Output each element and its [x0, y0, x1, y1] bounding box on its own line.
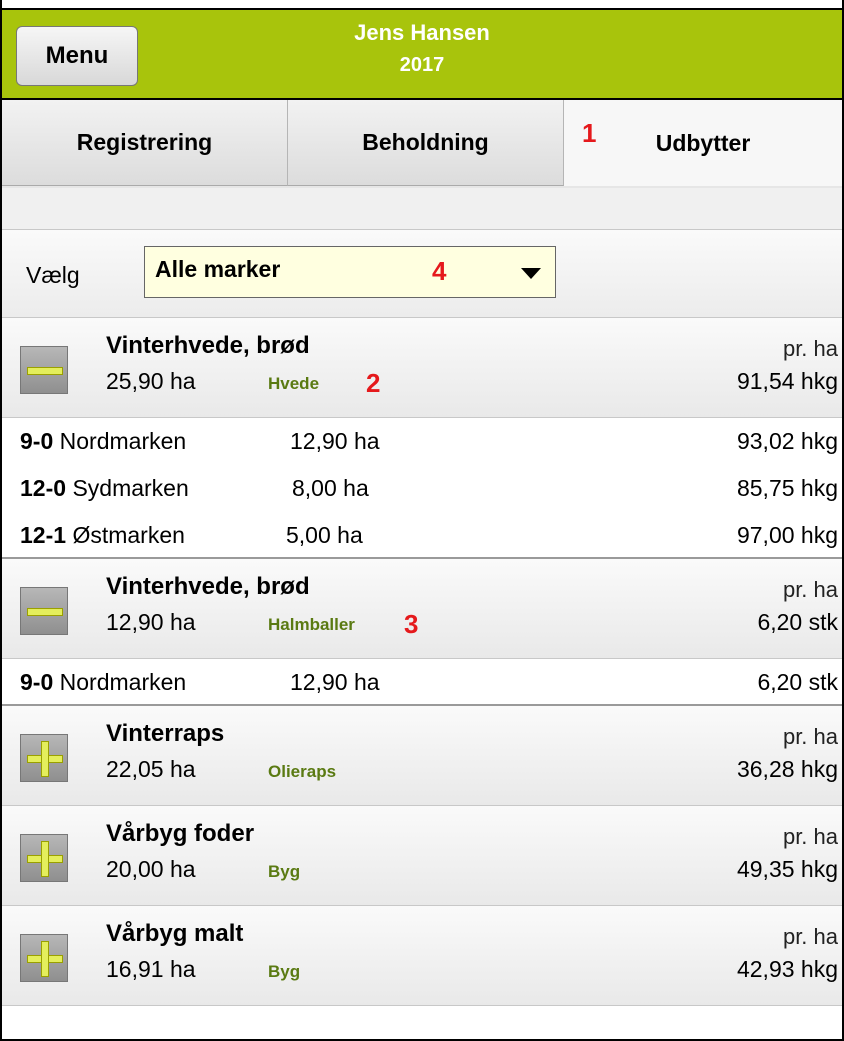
crop-yield: 49,35 hkg	[736, 856, 838, 882]
user-name: Jens Hansen	[354, 20, 490, 45]
per-unit-label: pr. ha	[782, 336, 838, 361]
field-name: Nordmarken	[59, 428, 187, 454]
field-label: 12-1 Østmarken	[20, 522, 185, 549]
crop-type: Halmballer	[268, 615, 355, 634]
field-area: 12,90 ha	[290, 669, 380, 695]
crop-area: 20,00 ha	[106, 856, 196, 882]
crop-name: Vinterhvede, brød	[106, 332, 310, 359]
collapse-icon[interactable]	[20, 346, 68, 394]
expand-icon[interactable]	[20, 934, 68, 982]
tab-udbytter[interactable]: Udbytter	[564, 100, 842, 186]
section-spacer	[2, 188, 842, 230]
crop-yield: 6,20 stk	[757, 609, 838, 635]
field-row[interactable]: 9-0 Nordmarken 12,90 ha 6,20 stk	[2, 659, 842, 706]
crop-group[interactable]: Vinterraps 22,05 ha Olieraps pr. ha 36,2…	[2, 706, 842, 806]
per-unit-label: pr. ha	[782, 924, 838, 949]
annotation-marker-4: 4	[432, 256, 447, 286]
crop-name: Vårbyg foder	[106, 820, 255, 847]
field-yield: 97,00 hkg	[736, 522, 838, 548]
crop-group[interactable]: Vinterhvede, brød 12,90 ha Halmballer 3 …	[2, 559, 842, 659]
field-name: Sydmarken	[72, 475, 189, 501]
field-label: 12-0 Sydmarken	[20, 475, 189, 502]
chevron-down-icon	[521, 268, 541, 279]
crop-type: Hvede	[268, 374, 320, 393]
crop-type: Olieraps	[268, 762, 337, 781]
field-label: 9-0 Nordmarken	[20, 669, 186, 696]
field-select-value: Alle marker	[155, 256, 281, 282]
per-unit-label: pr. ha	[782, 724, 838, 749]
crop-group[interactable]: Vinterhvede, brød 25,90 ha Hvede 2 pr. h…	[2, 318, 842, 418]
field-code: 9-0	[20, 428, 54, 454]
annotation-marker-3: 3	[404, 609, 419, 639]
expand-icon[interactable]	[20, 834, 68, 882]
per-unit-label: pr. ha	[782, 824, 838, 849]
crop-type: Byg	[268, 862, 301, 881]
crop-yield: 42,93 hkg	[736, 956, 838, 982]
app-frame: Menu Jens Hansen 2017 Registrering Behol…	[0, 0, 844, 1041]
field-label: 9-0 Nordmarken	[20, 428, 186, 455]
annotation-marker-1: 1	[582, 118, 597, 148]
crop-area: 12,90 ha	[106, 609, 196, 635]
collapse-icon[interactable]	[20, 587, 68, 635]
field-yield: 93,02 hkg	[736, 428, 838, 454]
app-header: Menu Jens Hansen 2017	[2, 8, 842, 100]
field-code: 12-1	[20, 522, 67, 548]
season-year: 2017	[399, 54, 445, 76]
crop-area: 25,90 ha	[106, 368, 196, 394]
crop-group[interactable]: Vårbyg malt 16,91 ha Byg pr. ha 42,93 hk…	[2, 906, 842, 1006]
crop-name: Vinterraps	[106, 720, 225, 747]
filter-row: Vælg Alle marker 4	[2, 230, 842, 318]
field-yield: 85,75 hkg	[736, 475, 838, 501]
field-name: Nordmarken	[59, 669, 187, 695]
field-area: 12,90 ha	[290, 428, 380, 454]
crop-name: Vinterhvede, brød	[106, 573, 310, 600]
field-row[interactable]: 9-0 Nordmarken 12,90 ha 93,02 hkg	[2, 418, 842, 465]
crop-name: Vårbyg malt	[106, 920, 244, 947]
yield-list: Vinterhvede, brød 25,90 ha Hvede 2 pr. h…	[2, 318, 842, 1006]
crop-yield: 36,28 hkg	[736, 756, 838, 782]
field-code: 9-0	[20, 669, 54, 695]
field-area: 8,00 ha	[292, 475, 369, 501]
crop-type: Byg	[268, 962, 301, 981]
field-area: 5,00 ha	[286, 522, 363, 548]
crop-group[interactable]: Vårbyg foder 20,00 ha Byg pr. ha 49,35 h…	[2, 806, 842, 906]
tab-beholdning[interactable]: Beholdning	[288, 100, 564, 186]
crop-area: 16,91 ha	[106, 956, 196, 982]
field-select[interactable]: Alle marker	[144, 246, 556, 298]
field-code: 12-0	[20, 475, 67, 501]
field-yield: 6,20 stk	[757, 669, 838, 695]
field-name: Østmarken	[72, 522, 185, 548]
annotation-marker-2: 2	[366, 368, 381, 398]
tab-bar: Registrering Beholdning Udbytter 1	[2, 100, 842, 188]
crop-yield: 91,54 hkg	[736, 368, 838, 394]
tab-registrering[interactable]: Registrering	[2, 100, 288, 186]
per-unit-label: pr. ha	[782, 577, 838, 602]
field-row[interactable]: 12-1 Østmarken 5,00 ha 97,00 hkg	[2, 512, 842, 559]
field-row[interactable]: 12-0 Sydmarken 8,00 ha 85,75 hkg	[2, 465, 842, 512]
expand-icon[interactable]	[20, 734, 68, 782]
crop-area: 22,05 ha	[106, 756, 196, 782]
filter-label: Vælg	[26, 262, 80, 288]
